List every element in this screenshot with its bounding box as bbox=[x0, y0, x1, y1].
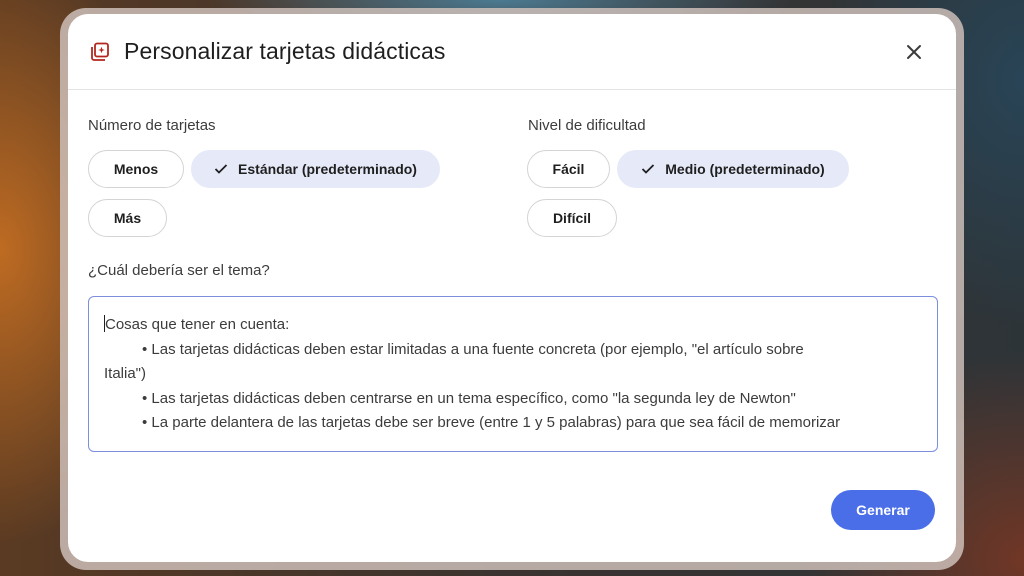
difficulty-label: Nivel de dificultad bbox=[528, 117, 646, 134]
topic-bullet: • La parte delantera de las tarjetas deb… bbox=[142, 414, 841, 431]
topic-label: ¿Cuál debería ser el tema? bbox=[88, 262, 270, 279]
topic-bullet: • Las tarjetas didácticas deben centrars… bbox=[142, 389, 796, 407]
cards-count-option-more[interactable]: Más bbox=[88, 199, 167, 237]
cards-count-option-standard[interactable]: Estándar (predeterminado) bbox=[191, 150, 440, 188]
close-icon bbox=[906, 44, 922, 65]
check-icon bbox=[214, 163, 228, 175]
topic-intro: Cosas que tener en cuenta: bbox=[105, 316, 290, 333]
difficulty-option-medium[interactable]: Medio (predeterminado) bbox=[617, 150, 849, 188]
cards-count-label: Número de tarjetas bbox=[88, 117, 216, 134]
difficulty-option-easy[interactable]: Fácil bbox=[527, 150, 610, 188]
flashcards-icon bbox=[90, 42, 110, 62]
check-icon bbox=[641, 163, 655, 175]
close-button[interactable] bbox=[896, 36, 932, 72]
dialog-header: Personalizar tarjetas didácticas bbox=[68, 14, 956, 90]
dialog-title: Personalizar tarjetas didácticas bbox=[124, 38, 446, 64]
cards-count-option-less[interactable]: Menos bbox=[88, 150, 184, 188]
difficulty-option-hard[interactable]: Difícil bbox=[527, 199, 617, 237]
topic-bullet: • Las tarjetas didácticas deben estar li… bbox=[142, 340, 804, 358]
generate-button[interactable]: Generar bbox=[831, 490, 935, 530]
topic-bullet-continuation: Italia") bbox=[104, 365, 147, 382]
topic-textarea[interactable]: Cosas que tener en cuenta: • Las tarjeta… bbox=[88, 296, 938, 452]
customize-flashcards-dialog: Personalizar tarjetas didácticas Número … bbox=[68, 14, 956, 562]
